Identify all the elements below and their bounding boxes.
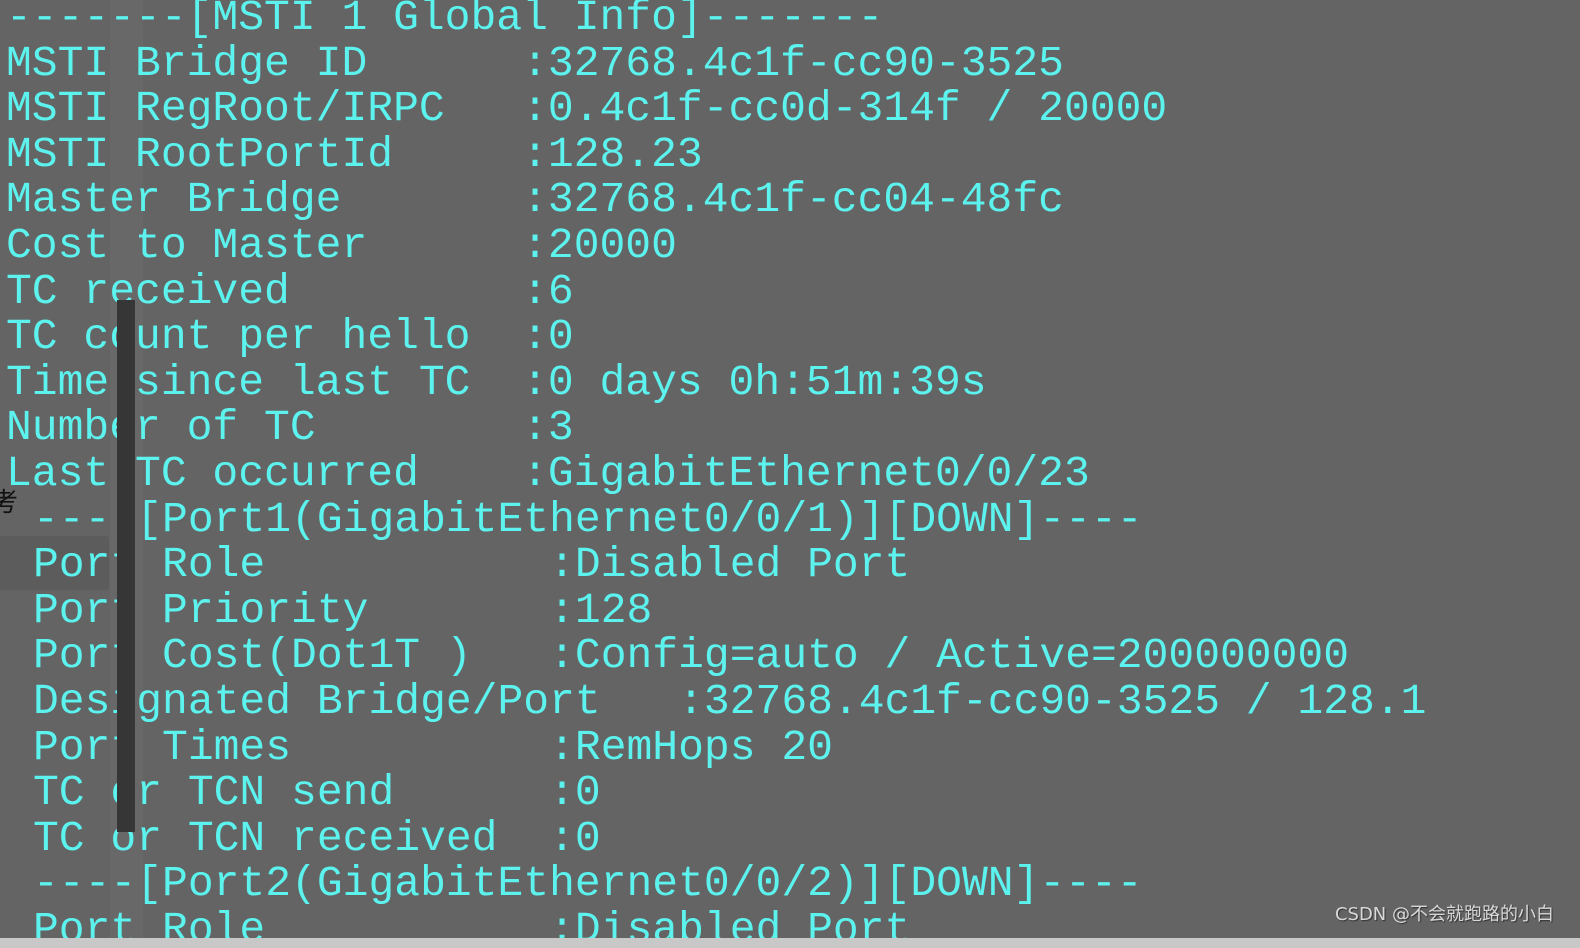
bottom-border	[0, 938, 1580, 948]
watermark: CSDN @不会就跑路的小白	[1334, 904, 1554, 925]
terminal-line: Designated Bridge/Port :32768.4c1f-cc90-…	[33, 677, 1427, 726]
terminal-line: Port Role :Disabled Port	[33, 905, 911, 939]
terminal-line: Cost to Master :20000	[6, 221, 677, 270]
terminal-line: Time since last TC :0 days 0h:51m:39s	[6, 357, 987, 407]
terminal-line: Number of TC :3	[6, 403, 574, 453]
terminal-line: Last TC occurred :GigabitEthernet0/0/23	[6, 449, 1090, 498]
terminal-line: TC count per hello :0	[6, 312, 574, 362]
terminal-line: ----[Port1(GigabitEthernet0/0/1)][DOWN]-…	[33, 494, 1143, 544]
terminal-output: 考 -------[MSTI 1 Global Info]------- MSTI…	[0, 0, 1580, 938]
terminal-line: MSTI RootPortId :128.23	[6, 129, 703, 179]
terminal-line: MSTI RegRoot/IRPC :0.4c1f-cc0d-314f / 20…	[6, 84, 1168, 134]
terminal-line: Port Cost(Dot1T ) :Config=auto / Active=…	[33, 631, 1350, 681]
terminal-line: Port Times :RemHops 20	[33, 722, 833, 772]
terminal-line: TC received :6	[6, 266, 574, 316]
terminal-line: Master Bridge :32768.4c1f-cc04-48fc	[6, 175, 1064, 225]
overlay-scroll-bar	[117, 300, 135, 832]
terminal-line: -------[MSTI 1 Global Info]-------	[6, 0, 884, 42]
terminal-line: MSTI Bridge ID :32768.4c1f-cc90-3525	[6, 38, 1064, 88]
terminal-line: ----[Port2(GigabitEthernet0/0/2)][DOWN]-…	[33, 859, 1143, 909]
terminal-line: Port Role :Disabled Port	[33, 540, 911, 590]
